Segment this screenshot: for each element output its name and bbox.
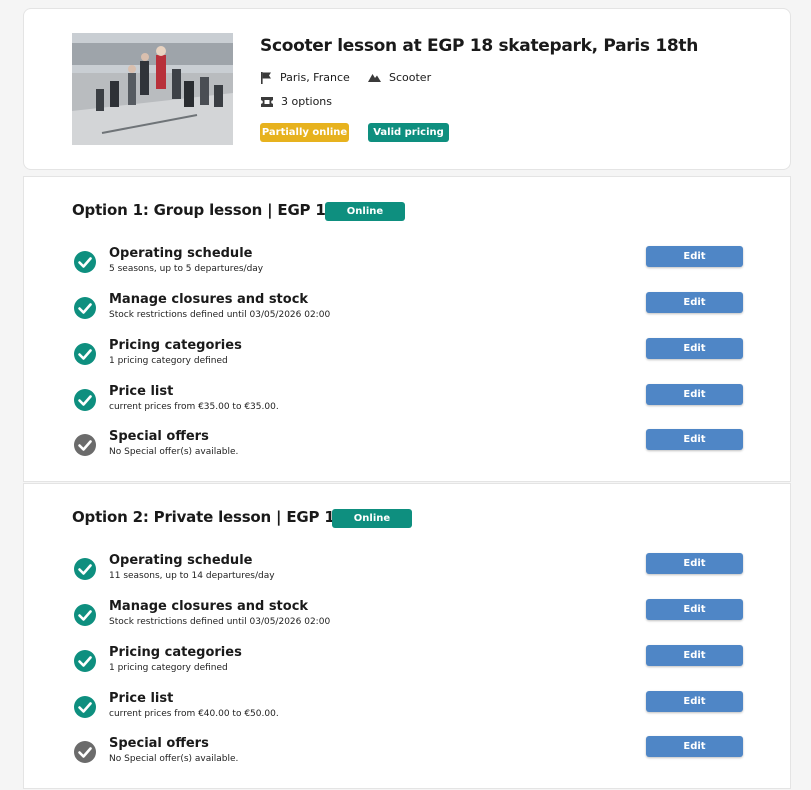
check-circle-icon xyxy=(74,343,96,365)
row-subtitle: 1 pricing category defined xyxy=(109,663,228,673)
option-row-price-list: Price list current prices from €35.00 to… xyxy=(24,384,790,428)
row-subtitle: current prices from €40.00 to €50.00. xyxy=(109,709,279,719)
option-card: Option 1: Group lesson | EGP 18 Online O… xyxy=(23,176,791,482)
option-card: Option 2: Private lesson | EGP 18 Online… xyxy=(23,483,791,789)
check-circle-icon xyxy=(74,696,96,718)
row-title: Manage closures and stock xyxy=(109,292,309,307)
options-count-text: 3 options xyxy=(281,95,333,108)
option-title: Option 2: Private lesson | EGP 18 xyxy=(72,508,345,526)
category-text: Scooter xyxy=(389,71,432,84)
edit-pricing-categories-button[interactable]: Edit xyxy=(646,338,743,359)
row-title: Special offers xyxy=(109,429,209,444)
option-status-badge: Online xyxy=(332,509,412,528)
edit-operating-schedule-button[interactable]: Edit xyxy=(646,553,743,574)
option-row-operating-schedule: Operating schedule 11 seasons, up to 14 … xyxy=(24,553,790,597)
partially-online-badge: Partially online xyxy=(260,123,349,142)
row-title: Operating schedule xyxy=(109,553,253,568)
edit-price-list-button[interactable]: Edit xyxy=(646,384,743,405)
location-text: Paris, France xyxy=(280,71,350,84)
row-subtitle: current prices from €35.00 to €35.00. xyxy=(109,402,279,412)
row-subtitle: Stock restrictions defined until 03/05/2… xyxy=(109,617,331,627)
edit-closures-stock-button[interactable]: Edit xyxy=(646,292,743,313)
option-title: Option 1: Group lesson | EGP 18 xyxy=(72,201,336,219)
edit-special-offers-button[interactable]: Edit xyxy=(646,736,743,757)
product-header-card: Scooter lesson at EGP 18 skatepark, Pari… xyxy=(23,8,791,170)
check-circle-grey-icon xyxy=(74,434,96,456)
option-row-pricing-categories: Pricing categories 1 pricing category de… xyxy=(24,338,790,382)
row-subtitle: No Special offer(s) available. xyxy=(109,447,239,457)
check-circle-icon xyxy=(74,389,96,411)
option-row-price-list: Price list current prices from €40.00 to… xyxy=(24,691,790,735)
ticket-icon xyxy=(261,96,273,107)
row-subtitle: 11 seasons, up to 14 departures/day xyxy=(109,571,275,581)
row-subtitle: Stock restrictions defined until 03/05/2… xyxy=(109,310,331,320)
valid-pricing-badge: Valid pricing xyxy=(368,123,449,142)
row-subtitle: 5 seasons, up to 5 departures/day xyxy=(109,264,264,274)
category-meta: Scooter xyxy=(368,71,431,84)
row-subtitle: 1 pricing category defined xyxy=(109,356,228,366)
row-title: Special offers xyxy=(109,736,209,751)
check-circle-icon xyxy=(74,604,96,626)
option-row-closures-stock: Manage closures and stock Stock restrict… xyxy=(24,292,790,336)
edit-price-list-button[interactable]: Edit xyxy=(646,691,743,712)
row-title: Pricing categories xyxy=(109,338,242,353)
option-row-closures-stock: Manage closures and stock Stock restrict… xyxy=(24,599,790,643)
check-circle-icon xyxy=(74,251,96,273)
product-photo xyxy=(72,33,233,145)
option-status-badge: Online xyxy=(325,202,405,221)
option-row-special-offers: Special offers No Special offer(s) avail… xyxy=(24,736,790,780)
row-title: Manage closures and stock xyxy=(109,599,309,614)
flag-icon xyxy=(261,71,271,84)
check-circle-icon xyxy=(74,297,96,319)
product-title: Scooter lesson at EGP 18 skatepark, Pari… xyxy=(260,36,699,56)
check-circle-grey-icon xyxy=(74,741,96,763)
mountain-icon xyxy=(368,74,381,82)
row-subtitle: No Special offer(s) available. xyxy=(109,754,239,764)
option-row-pricing-categories: Pricing categories 1 pricing category de… xyxy=(24,645,790,689)
check-circle-icon xyxy=(74,558,96,580)
row-title: Price list xyxy=(109,691,174,706)
location-meta: Paris, France xyxy=(261,71,350,84)
options-count-meta: 3 options xyxy=(261,95,332,108)
check-circle-icon xyxy=(74,650,96,672)
edit-pricing-categories-button[interactable]: Edit xyxy=(646,645,743,666)
edit-operating-schedule-button[interactable]: Edit xyxy=(646,246,743,267)
edit-closures-stock-button[interactable]: Edit xyxy=(646,599,743,620)
edit-special-offers-button[interactable]: Edit xyxy=(646,429,743,450)
row-title: Operating schedule xyxy=(109,246,253,261)
option-row-operating-schedule: Operating schedule 5 seasons, up to 5 de… xyxy=(24,246,790,290)
option-row-special-offers: Special offers No Special offer(s) avail… xyxy=(24,429,790,473)
row-title: Price list xyxy=(109,384,174,399)
row-title: Pricing categories xyxy=(109,645,242,660)
